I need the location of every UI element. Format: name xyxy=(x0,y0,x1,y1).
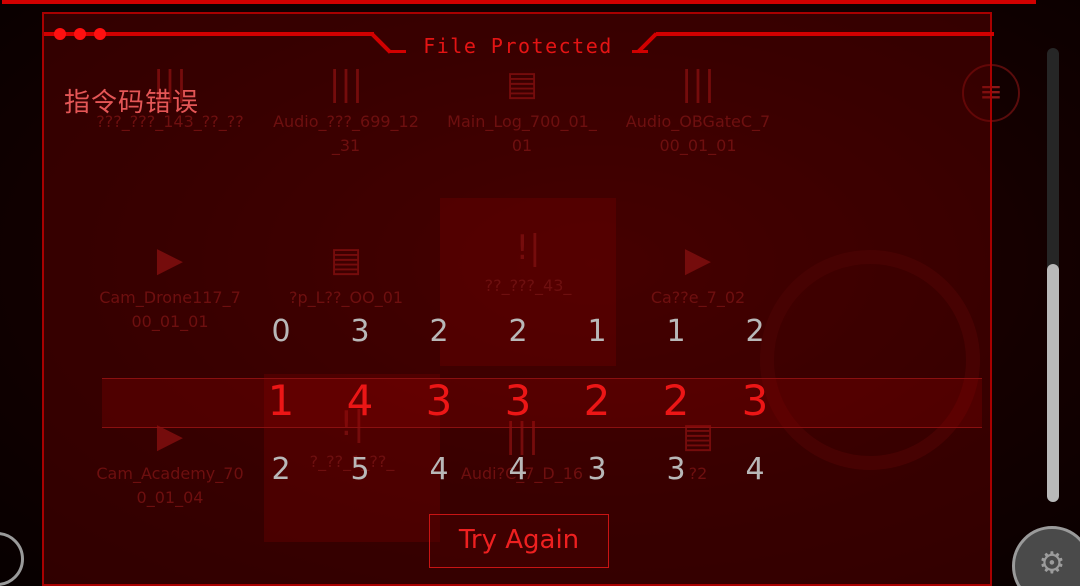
digit-prev[interactable]: 1 xyxy=(656,314,696,349)
dot-icon xyxy=(94,28,106,40)
dot-icon xyxy=(54,28,66,40)
digit-next[interactable]: 5 xyxy=(340,452,380,487)
digit-prev[interactable]: 0 xyxy=(261,314,301,349)
digit-current[interactable]: 2 xyxy=(577,376,617,425)
tool-icon: ⚙ xyxy=(1038,546,1066,581)
digit-prev[interactable]: 2 xyxy=(419,314,459,349)
window-dots xyxy=(54,28,106,40)
dot-icon xyxy=(74,28,86,40)
digit-next[interactable]: 4 xyxy=(498,452,538,487)
digit-current[interactable]: 4 xyxy=(340,376,380,425)
digit-current[interactable]: 1 xyxy=(261,376,301,425)
top-divider xyxy=(2,0,1036,4)
digit-current[interactable]: 3 xyxy=(419,376,459,425)
digit-current[interactable]: 2 xyxy=(656,376,696,425)
digit-next[interactable]: 4 xyxy=(735,452,775,487)
file-protected-dialog: File Protected 指令码错误 0 3 2 2 1 1 2 1 4 3… xyxy=(2,0,1036,586)
header-line-right xyxy=(656,32,994,36)
digit-current[interactable]: 3 xyxy=(735,376,775,425)
digit-prev[interactable]: 2 xyxy=(498,314,538,349)
dialog-title: File Protected xyxy=(423,34,613,58)
digit-next[interactable]: 3 xyxy=(577,452,617,487)
try-again-button[interactable]: Try Again xyxy=(429,514,609,568)
digit-next[interactable]: 3 xyxy=(656,452,696,487)
digit-prev[interactable]: 1 xyxy=(577,314,617,349)
digit-next[interactable]: 4 xyxy=(419,452,459,487)
code-selection-band xyxy=(102,378,982,428)
scrollbar-thumb[interactable] xyxy=(1047,264,1059,502)
digit-current[interactable]: 3 xyxy=(498,376,538,425)
error-message: 指令码错误 xyxy=(64,88,200,118)
digit-next[interactable]: 2 xyxy=(261,452,301,487)
digit-prev[interactable]: 2 xyxy=(735,314,775,349)
digit-prev[interactable]: 3 xyxy=(340,314,380,349)
header-notch-left xyxy=(370,32,392,54)
